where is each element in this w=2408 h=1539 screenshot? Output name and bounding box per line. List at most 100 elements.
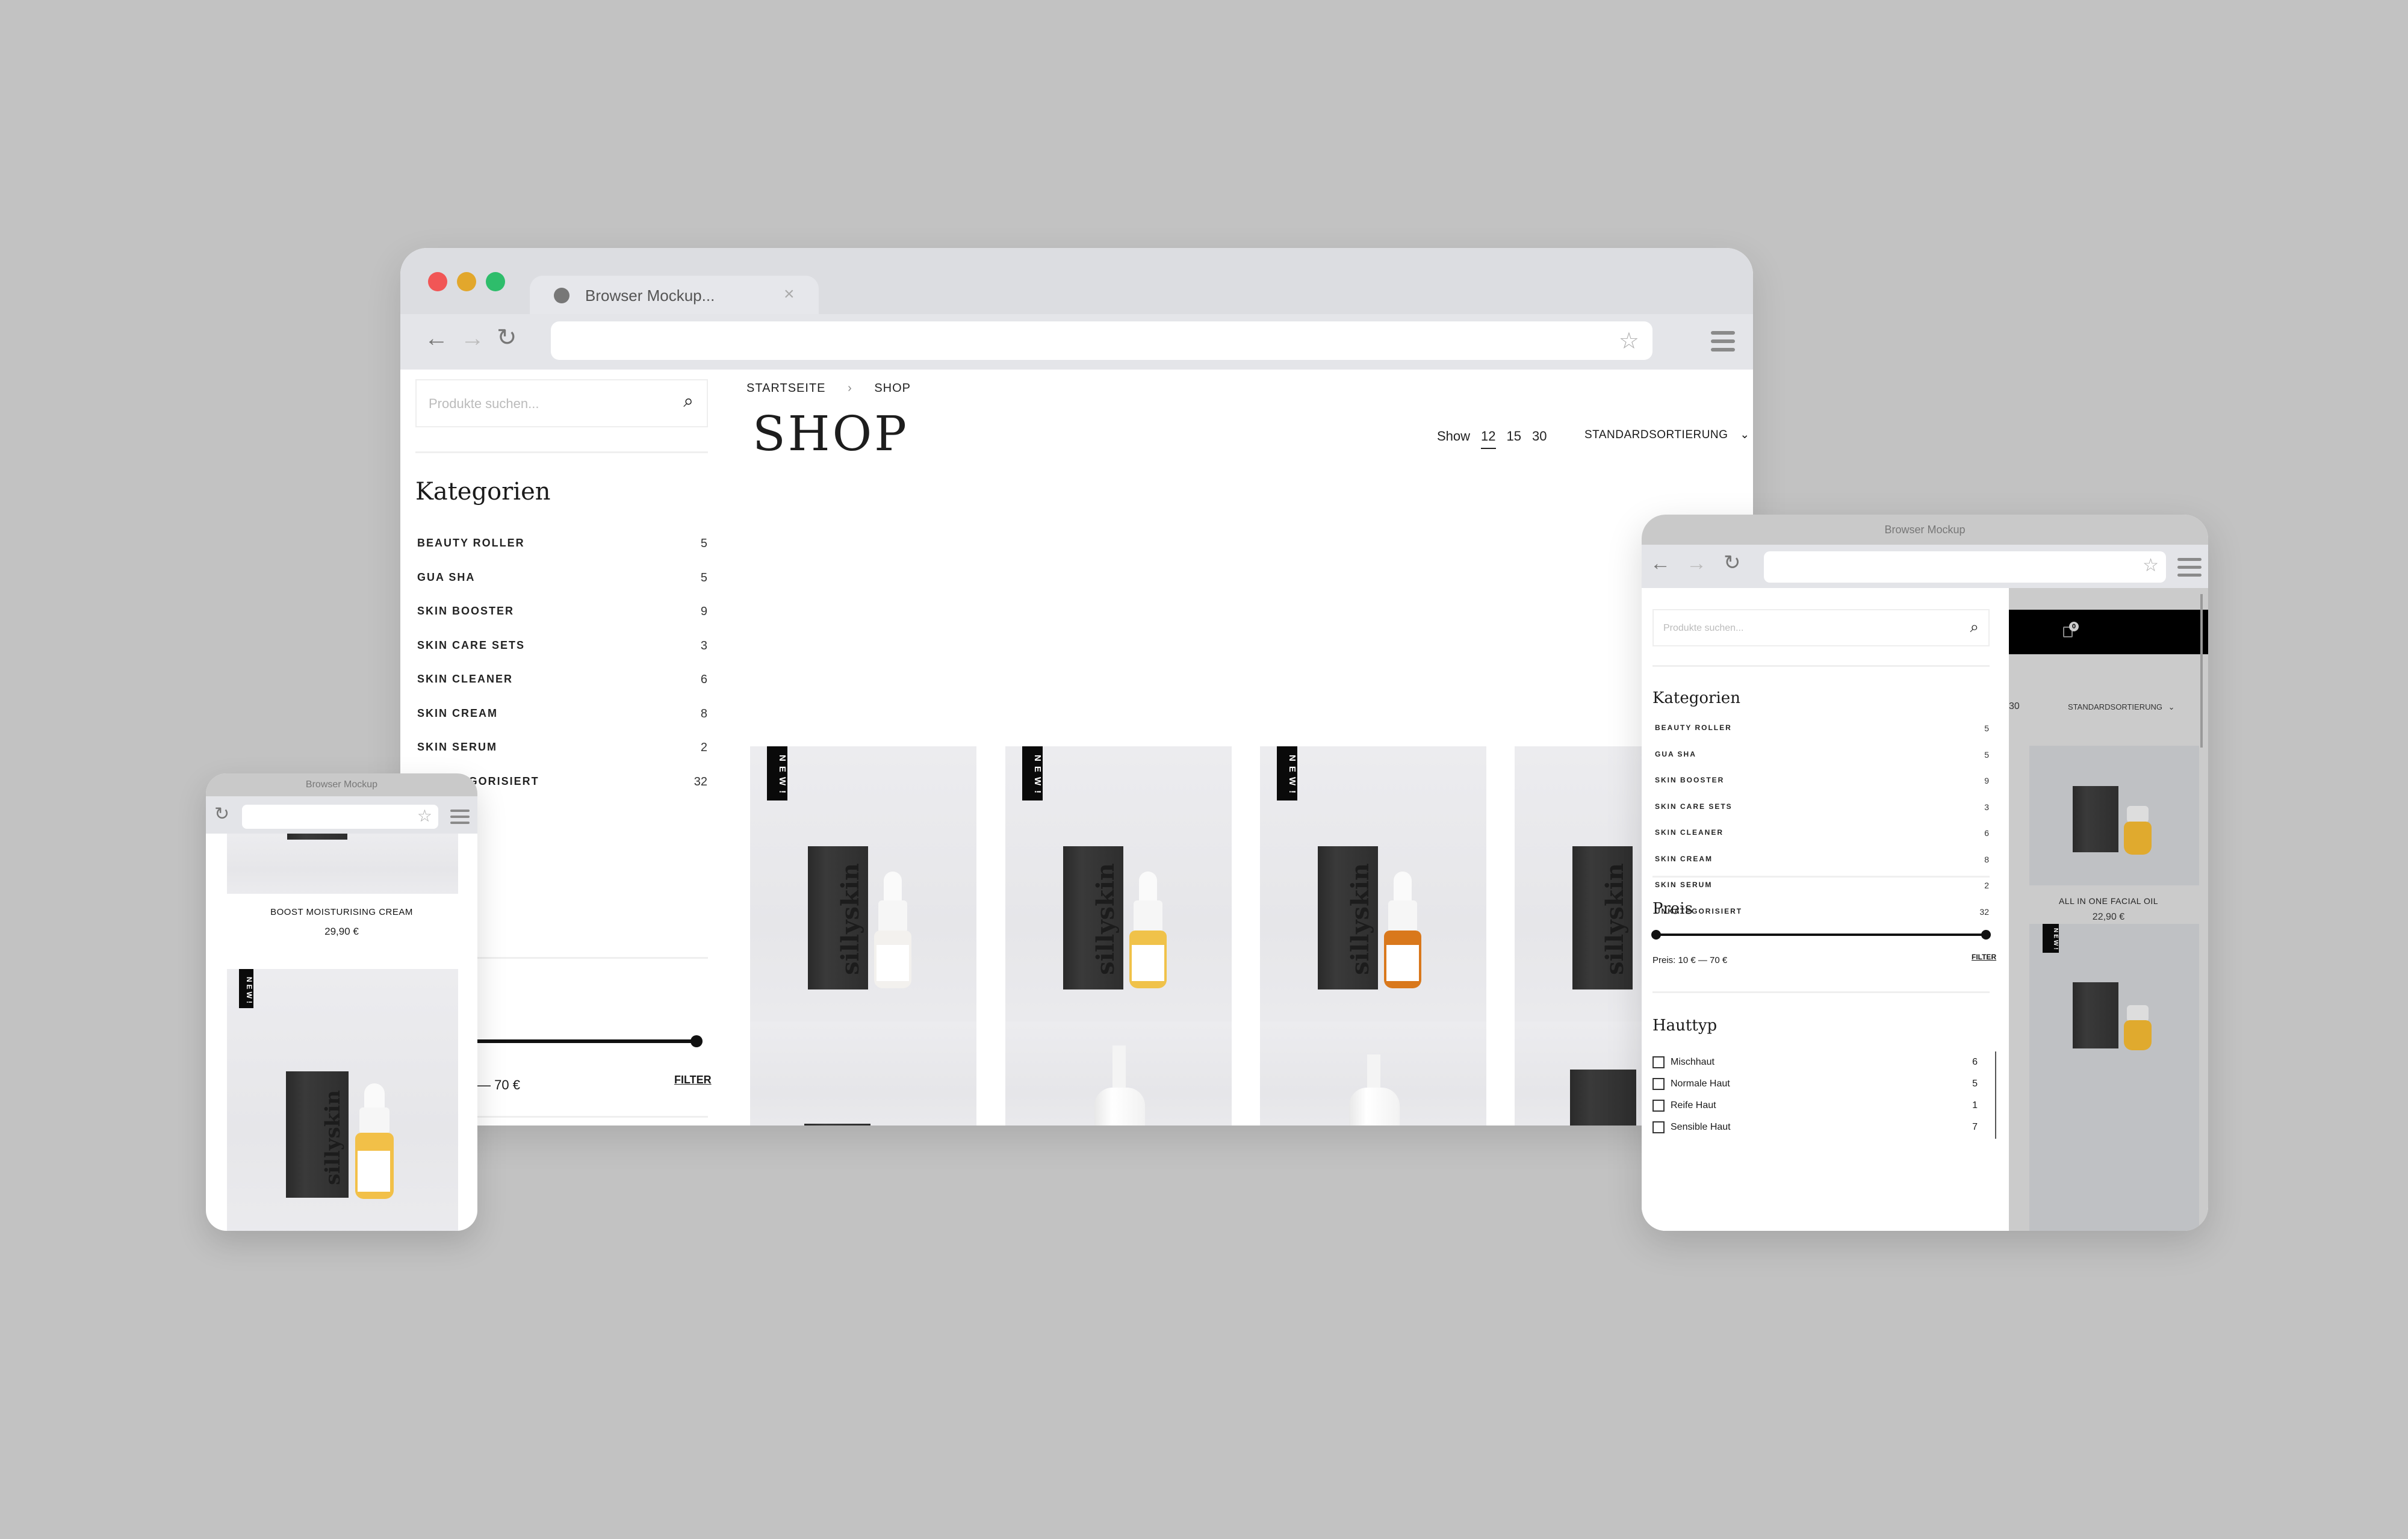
bookmark-star-icon[interactable]: ☆ [2143,555,2159,576]
minimize-window-button[interactable] [457,272,476,291]
product-card-image[interactable]: NEW! sillyskin [1005,746,1232,1044]
checkbox[interactable] [1652,1121,1665,1133]
category-item[interactable]: BEAUTY ROLLER 5 [417,537,707,571]
checkbox[interactable] [1652,1100,1665,1112]
new-badge: NEW! [1022,746,1043,800]
category-item[interactable]: SKIN BOOSTER 9 [417,605,707,639]
menu-icon[interactable] [1711,331,1735,356]
reload-icon[interactable]: ↻ [1724,551,1741,575]
product-name[interactable]: BOOST MOISTURISING CREAM [206,907,477,917]
category-item[interactable]: SKIN CARE SETS 3 [1655,802,1989,829]
tablet-toolbar: ← → ↻ ☆ [1642,545,2208,588]
sort-dropdown[interactable]: STANDARDSORTIERUNG ⌄ [1584,428,1750,442]
tablet-scrollbar[interactable] [2200,594,2203,748]
category-item[interactable]: GUA SHA 5 [417,571,707,605]
maximize-window-button[interactable] [486,272,505,291]
dropper-bulb [884,872,902,904]
chevron-down-icon: ⌄ [1740,429,1750,441]
product-box: sillyskin [1318,846,1378,989]
tab-title: Browser Mockup... [585,286,715,305]
product-card-image[interactable] [227,834,458,894]
category-item[interactable]: SKIN CLEANER 6 [417,673,707,707]
breadcrumb-home-link[interactable]: STARTSEITE [746,382,826,395]
product-card-image[interactable] [750,1021,976,1126]
product-card-image[interactable]: sillyskin [1005,1021,1232,1126]
product-card[interactable]: NEW!sillyskinBOOSTER GINKGO GEL19,90 € [1260,746,1486,1109]
sort-dropdown[interactable]: STANDARDSORTIERUNG ⌄ [2068,702,2175,712]
category-item[interactable]: SKIN SERUM 2 [1655,881,1989,907]
category-item[interactable]: GUA SHA 5 [1655,750,1989,776]
product-card-image[interactable]: NEW! sillyskin [227,969,458,1231]
product-card[interactable]: NEW!sillyskinBOOSTER CBD CANNABIS OIL32,… [1005,746,1232,1109]
forward-arrow-icon[interactable]: → [1686,552,1707,575]
skin-type-item[interactable]: Reife Haut 1 [1652,1095,1978,1116]
close-tab-icon[interactable]: × [784,284,795,305]
product-card[interactable]: NEW!sillyskinBOOSTER CAFFEINE GEL19,90 € [750,746,976,1109]
category-label: SKIN CREAM [1655,854,1713,863]
category-item[interactable]: SKIN CLEANER 6 [1655,828,1989,855]
category-count: 3 [1984,802,1989,812]
menu-icon[interactable] [2177,558,2202,581]
product-card-image[interactable]: sillyskin [1260,1021,1486,1126]
skin-type-label: Reife Haut [1671,1100,1716,1110]
price-slider-min-handle[interactable] [1651,930,1661,940]
price-slider-max-handle[interactable] [690,1035,703,1047]
product-name[interactable]: ALL IN ONE FACIAL OIL [2009,896,2208,906]
price-filter-button[interactable]: FILTER [1972,953,1996,961]
category-item[interactable]: SKIN CREAM 8 [417,707,707,742]
category-label: SKIN CARE SETS [417,639,526,651]
reload-icon[interactable]: ↻ [214,804,229,825]
skin-type-item[interactable]: Mischhaut 6 [1652,1051,1978,1073]
category-count: 8 [700,707,707,720]
per-page-option-30[interactable]: 30 [1532,429,1547,449]
address-bar[interactable]: ☆ [1764,551,2166,583]
price-slider-max-handle[interactable] [1981,930,1991,940]
search-placeholder: Produkte suchen... [1663,623,1744,633]
product-card-image[interactable]: NEW! sillyskin [750,746,976,1044]
product-card-image[interactable] [2029,746,2199,885]
desktop-page-content: Produkte suchen... ⌕ Kategorien BEAUTY R… [400,370,1753,1126]
product-card-image[interactable]: NEW! [2029,924,2199,1231]
product-search-input[interactable]: Produkte suchen... ⌕ [1652,609,1990,646]
reload-icon[interactable]: ↻ [497,324,517,351]
category-list: BEAUTY ROLLER 5 GUA SHA 5 SKIN BOOSTER 9 SKIN … [1655,723,1989,933]
dropper-cap [2127,806,2149,823]
back-arrow-icon[interactable]: ← [424,325,448,352]
category-label: SKIN CREAM [417,707,498,719]
price-slider-track[interactable] [1655,934,1986,936]
price-filter-button[interactable]: FILTER [674,1074,712,1086]
forward-arrow-icon[interactable]: → [461,325,485,352]
dropper-cap [359,1107,389,1134]
per-page-option-12[interactable]: 12 [1481,429,1496,449]
close-window-button[interactable] [428,272,447,291]
bookmark-star-icon[interactable]: ☆ [417,806,432,826]
search-icon[interactable]: ⌕ [683,391,694,412]
checkbox[interactable] [1652,1056,1665,1068]
bottle-label [358,1151,390,1192]
category-item[interactable]: UNKATEGORISIERT 32 [1655,907,1989,934]
skin-type-item[interactable]: Normale Haut 5 [1652,1073,1978,1095]
menu-icon[interactable] [450,810,470,829]
product-card-image[interactable]: NEW! sillyskin [1260,746,1486,1044]
category-item[interactable]: SKIN SERUM 2 [417,741,707,775]
address-bar[interactable]: ☆ [242,805,438,829]
bookmark-star-icon[interactable]: ☆ [1619,327,1639,355]
per-page-option-15[interactable]: 15 [1507,429,1521,449]
category-item[interactable]: SKIN CARE SETS 3 [417,639,707,674]
per-page-option-30[interactable]: 30 [2009,701,2020,712]
category-label: BEAUTY ROLLER [417,537,525,549]
sidebar-divider [1652,876,1990,878]
product-search-input[interactable]: Produkte suchen... ⌕ [415,379,708,427]
browser-tab[interactable]: Browser Mockup... × [530,276,819,315]
search-icon[interactable]: ⌕ [1970,618,1979,637]
desktop-title-bar: Browser Mockup... × [400,248,1753,315]
category-item[interactable]: BEAUTY ROLLER 5 [1655,723,1989,750]
category-item[interactable]: SKIN BOOSTER 9 [1655,776,1989,802]
checkbox[interactable] [1652,1078,1665,1090]
skin-type-item[interactable]: Sensible Haut 7 [1652,1116,1978,1138]
address-bar[interactable]: ☆ [551,321,1652,360]
per-page-selector: Show 12 15 30 [1437,429,1547,449]
skin-type-scrollbar[interactable] [1995,1051,1996,1139]
product-box [2073,982,2118,1048]
back-arrow-icon[interactable]: ← [1650,552,1671,575]
